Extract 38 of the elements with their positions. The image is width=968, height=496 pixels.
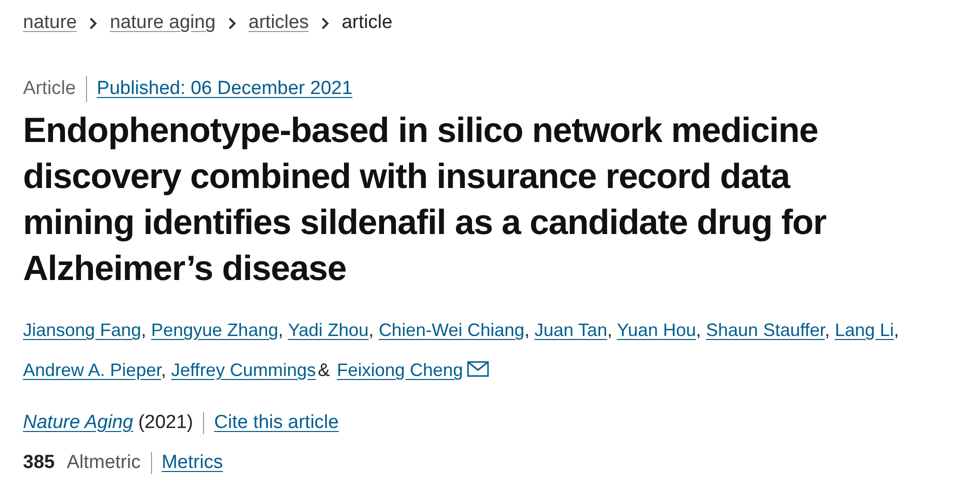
separator: , (894, 320, 899, 340)
author-link[interactable]: Yuan Hou (616, 320, 696, 340)
chevron-right-icon (320, 16, 330, 30)
cite-link[interactable]: Cite this article (214, 412, 339, 434)
author-link[interactable]: Andrew A. Pieper (23, 360, 162, 380)
chevron-right-icon (88, 16, 98, 30)
author-link[interactable]: Yadi Zhou (288, 320, 369, 340)
separator: , (524, 320, 530, 340)
separator: , (161, 360, 166, 380)
altmetric-score: 385 (23, 452, 55, 474)
author-link[interactable]: Shaun Stauffer (706, 320, 825, 340)
separator: , (368, 320, 374, 340)
altmetric-label: Altmetric (66, 452, 152, 474)
author-link[interactable]: Jiansong Fang (23, 320, 142, 340)
separator: , (278, 320, 284, 340)
breadcrumb-current: article (342, 12, 392, 34)
journal-link[interactable]: Nature Aging (23, 412, 134, 434)
author-link[interactable]: Lang Li (834, 320, 894, 340)
metrics-link[interactable]: Metrics (162, 452, 223, 474)
author-link[interactable]: Feixiong Cheng (336, 360, 463, 380)
breadcrumb-link[interactable]: nature (23, 12, 77, 34)
separator: , (141, 320, 146, 340)
published-date-link[interactable]: Published: 06 December 2021 (96, 78, 352, 100)
author-link[interactable]: Juan Tan (534, 320, 608, 340)
author-link[interactable]: Jeffrey Cummings (171, 360, 316, 380)
article-type: Article (23, 76, 87, 102)
author-link[interactable]: Pengyue Zhang (151, 320, 278, 340)
publication-year: (2021) (138, 412, 204, 434)
breadcrumb-link[interactable]: nature aging (110, 12, 216, 34)
author-link[interactable]: Chien-Wei Chiang (378, 320, 524, 340)
mail-icon[interactable] (466, 361, 489, 377)
separator: & (318, 360, 330, 380)
chevron-right-icon (228, 16, 237, 30)
breadcrumb-link[interactable]: articles (248, 12, 309, 34)
separator: , (607, 320, 612, 340)
article-title: Endophenotype-based in silico network medicine discovery combined with insurance record data mining identifies sildenafil as a candidate drug for Alzheimer’s disease (23, 110, 828, 290)
separator: , (824, 320, 830, 340)
separator: , (696, 320, 701, 340)
